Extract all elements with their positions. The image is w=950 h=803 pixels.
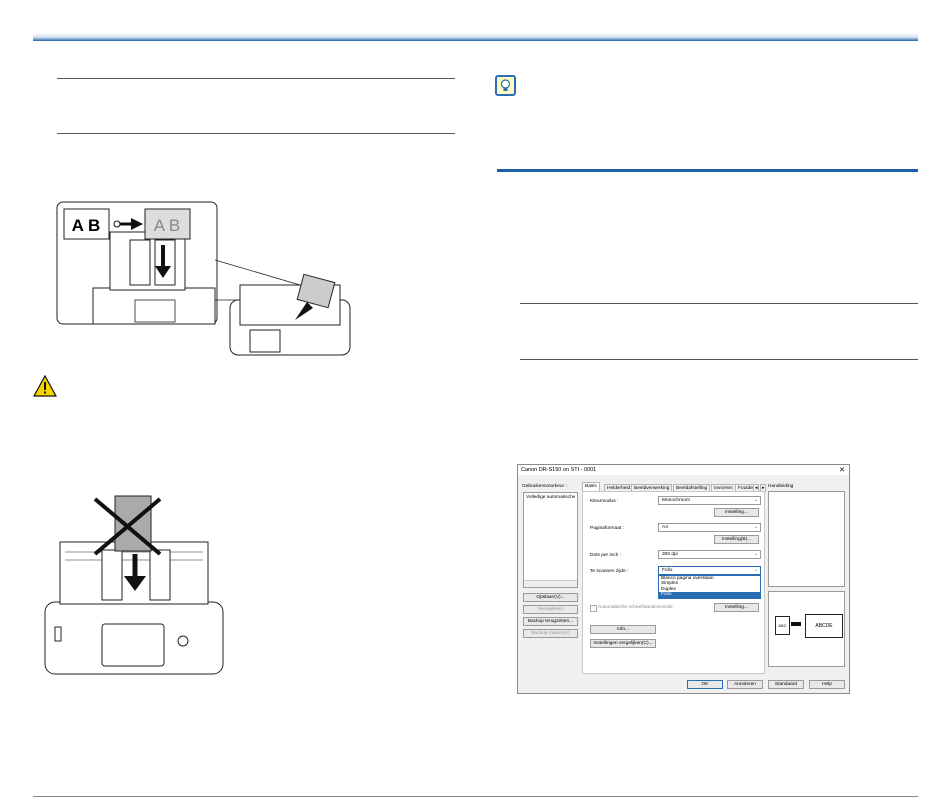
chevron-down-icon: ⌄ xyxy=(753,567,758,573)
scan-side-label: Te scannen zijde : xyxy=(590,569,629,574)
scan-side-select[interactable]: Folio ⌄ xyxy=(658,566,761,575)
color-mode-value: Monochroom xyxy=(662,498,690,503)
folio-loading-illustration: A B A B xyxy=(56,201,351,356)
page-size-settings-button[interactable]: Instelling(B)... xyxy=(714,535,759,544)
header-bar xyxy=(33,33,918,41)
profile-label: Gebruikersvoorkeur : xyxy=(522,484,567,489)
divider xyxy=(57,78,455,79)
tip-icon xyxy=(495,75,516,96)
dpi-value: 300 dpi xyxy=(662,552,678,557)
preview-left-page: ABC xyxy=(775,616,790,635)
preview-panel: ABC ABCDE xyxy=(768,591,845,667)
color-mode-select[interactable]: Monochroom ⌄ xyxy=(658,496,761,505)
close-icon[interactable]: ✕ xyxy=(839,466,845,474)
ok-button[interactable]: OK xyxy=(687,680,723,689)
profile-item[interactable]: Volledige automatische xyxy=(526,495,575,500)
delete-profile-button[interactable]: Verwijderen xyxy=(523,605,578,614)
warning-icon xyxy=(33,375,57,397)
restore-backup-button[interactable]: Backup terugzetten... xyxy=(523,617,578,626)
page-size-select[interactable]: A4 ⌄ xyxy=(658,523,761,532)
scan-side-value: Folio xyxy=(662,568,673,573)
arrow-icon xyxy=(791,622,801,626)
section-divider xyxy=(497,169,918,172)
footer-line xyxy=(33,796,918,797)
divider xyxy=(520,303,918,304)
help-button[interactable]: Help xyxy=(809,680,845,689)
manual-label: Handleiding xyxy=(768,484,794,489)
scanner-settings-dialog: Canon DR-S150 on STI - 0001 ✕ Gebruikers… xyxy=(517,464,850,694)
manual-panel xyxy=(768,491,845,587)
ab-flipped-label: A B xyxy=(154,216,180,235)
profile-list[interactable]: Volledige automatische xyxy=(523,492,578,588)
compare-settings-button[interactable]: Instellingen vergelijken(C)... xyxy=(590,639,656,648)
straighten-label: Automatische scheefstandcorrectie xyxy=(598,605,673,610)
preview-right-page: ABCDE xyxy=(805,614,843,638)
divider xyxy=(57,133,455,134)
straighten-settings-button[interactable]: Instelling... xyxy=(714,603,759,612)
page-size-value: A4 xyxy=(662,525,668,530)
color-settings-button[interactable]: Instelling... xyxy=(714,508,759,517)
cancel-button[interactable]: Annuleren xyxy=(727,680,763,689)
color-mode-label: Kleurmodus : xyxy=(590,499,619,504)
make-backup-button[interactable]: Backup maken(K) xyxy=(523,629,578,638)
incorrect-loading-illustration xyxy=(44,495,224,675)
chevron-down-icon: ⌄ xyxy=(753,524,758,530)
dropdown-option-selected[interactable]: Folio xyxy=(659,592,760,598)
dialog-titlebar: Canon DR-S150 on STI - 0001 ✕ xyxy=(518,465,849,475)
dpi-select[interactable]: 300 dpi ⌄ xyxy=(658,550,761,559)
save-profile-button[interactable]: Opslaan(V)... xyxy=(523,593,578,602)
scan-side-dropdown[interactable]: Blanco pagina overslaan Simplex Duplex F… xyxy=(658,575,761,599)
info-button[interactable]: Info... xyxy=(590,625,656,634)
chevron-down-icon: ⌄ xyxy=(753,497,758,503)
ab-label: A B xyxy=(72,216,101,235)
chevron-down-icon: ⌄ xyxy=(753,551,758,557)
profile-scrollbar[interactable] xyxy=(524,580,577,587)
dpi-label: Dots per inch : xyxy=(590,553,621,558)
divider xyxy=(520,359,918,360)
page-size-label: Paginaformaat : xyxy=(590,526,624,531)
dialog-title: Canon DR-S150 on STI - 0001 xyxy=(521,467,597,473)
straighten-checkbox[interactable] xyxy=(590,605,597,612)
default-button[interactable]: Standaard xyxy=(768,680,804,689)
